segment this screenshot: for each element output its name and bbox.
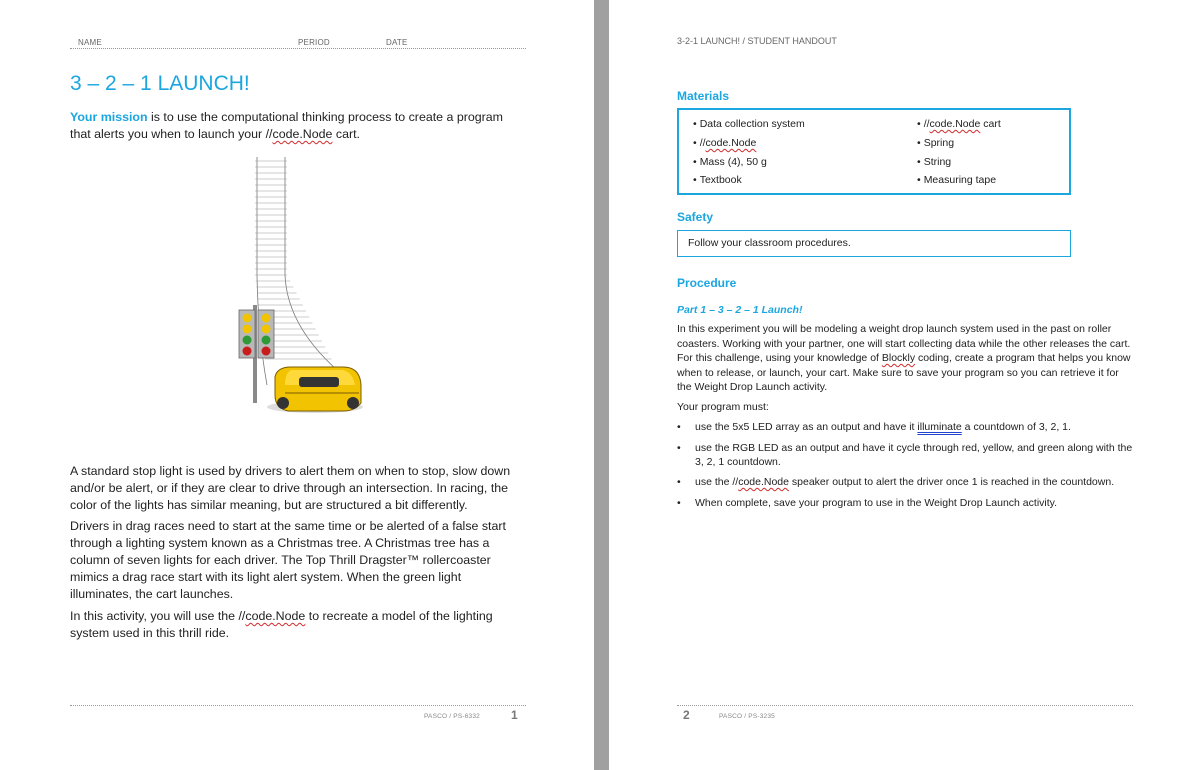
name-label: NAME xyxy=(78,38,102,47)
period-label: PERIOD xyxy=(298,38,330,47)
material-item: Data collection system xyxy=(693,118,805,130)
drag-race-paragraph: Drivers in drag races need to start at t… xyxy=(70,519,506,601)
page-number: 2 xyxy=(683,708,690,722)
material-item: Measuring tape xyxy=(917,174,996,186)
activity-paragraph: In this activity, you will use the //cod… xyxy=(70,608,526,642)
safety-heading: Safety xyxy=(677,210,714,224)
mission-code-word: code.Node xyxy=(272,127,333,141)
material-item: Textbook xyxy=(693,174,742,186)
activity-text: In this activity, you will use the // xyxy=(70,609,246,623)
part-heading: Part 1 – 3 – 2 – 1 Launch! xyxy=(677,304,803,316)
mission-text-end: cart. xyxy=(332,127,360,141)
footer-rule xyxy=(677,705,1133,706)
mission-paragraph[interactable]: Your mission is to use the computational… xyxy=(70,109,526,143)
coaster-cart-icon xyxy=(267,366,363,413)
coaster-illustration xyxy=(238,157,363,413)
activity-code-word: code.Node xyxy=(245,609,306,623)
material-item: Mass (4), 50 g xyxy=(693,156,767,168)
material-code-word: code.Node xyxy=(705,137,757,149)
material-item: //code.Node xyxy=(693,137,757,149)
document-page-1: NAME PERIOD DATE 3 – 2 – 1 LAUNCH! Your … xyxy=(0,0,594,770)
illuminate-link[interactable]: illuminate xyxy=(917,421,961,433)
date-label: DATE xyxy=(386,38,408,47)
material-code-word: code.Node xyxy=(929,118,981,130)
code-node-word: code.Node xyxy=(738,476,789,488)
page-number: 1 xyxy=(511,708,518,722)
safety-box: Follow your classroom procedures. xyxy=(677,230,1071,257)
page-title: 3 – 2 – 1 LAUNCH! xyxy=(70,72,250,95)
material-item: String xyxy=(917,156,951,168)
procedure-paragraph: In this experiment you will be modeling … xyxy=(677,322,1135,395)
safety-text: Follow your classroom procedures. xyxy=(688,237,851,249)
footer-text: PASCO / PS-3235 xyxy=(719,713,775,720)
stop-light-paragraph: A standard stop light is used by drivers… xyxy=(70,464,511,512)
mission-highlight: Your mission xyxy=(70,110,148,124)
header-rule xyxy=(70,48,526,49)
program-must-label: Your program must: xyxy=(677,401,769,413)
materials-heading: Materials xyxy=(677,89,730,103)
material-item: Spring xyxy=(917,137,954,149)
procedure-heading: Procedure xyxy=(677,276,737,290)
material-item: //code.Node cart xyxy=(917,118,1001,130)
running-header: 3-2-1 LAUNCH! / STUDENT HANDOUT xyxy=(677,36,837,46)
footer-rule xyxy=(70,705,526,706)
footer-text: PASCO / PS-6332 xyxy=(424,713,480,720)
blockly-word: Blockly xyxy=(881,352,916,364)
materials-box: Data collection system //code.Node Mass … xyxy=(677,108,1071,195)
document-page-2: 3-2-1 LAUNCH! / STUDENT HANDOUT Material… xyxy=(609,0,1202,770)
